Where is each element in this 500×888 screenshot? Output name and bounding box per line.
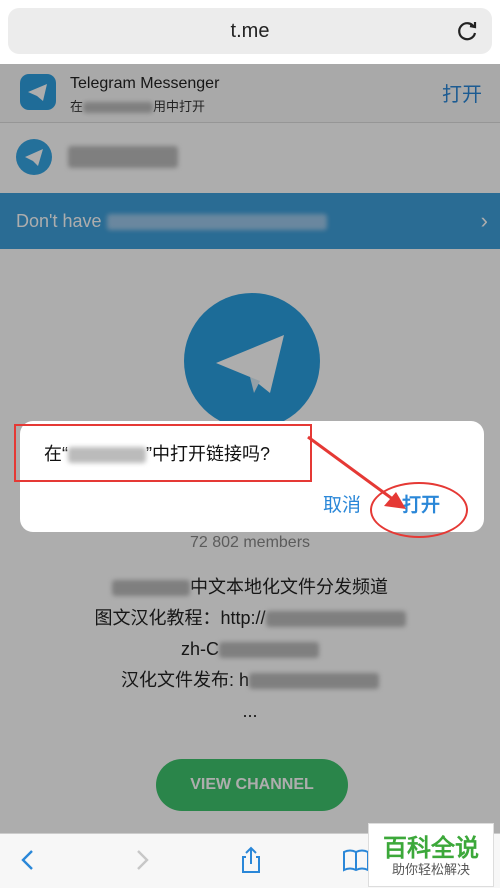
forward-icon[interactable] [128, 846, 156, 874]
watermark-title: 百科全说 [383, 835, 479, 862]
watermark-subtitle: 助你轻松解决 [391, 862, 470, 877]
dialog-cancel-button[interactable]: 取消 [323, 490, 361, 517]
url-text: t.me [230, 20, 270, 42]
reload-icon[interactable] [456, 19, 480, 43]
address-bar-area: t.me [0, 0, 500, 64]
share-icon[interactable] [237, 846, 265, 874]
url-field[interactable]: t.me [8, 8, 492, 54]
safari-page: t.me Telegram Messenger 在用中打开 打开 Don't h… [0, 0, 500, 888]
watermark-logo: 百科全说 助你轻松解决 [368, 823, 494, 887]
highlight-rectangle [14, 424, 312, 482]
bookmarks-icon[interactable] [342, 846, 370, 874]
back-icon[interactable] [14, 846, 42, 874]
highlight-ellipse [370, 482, 468, 538]
